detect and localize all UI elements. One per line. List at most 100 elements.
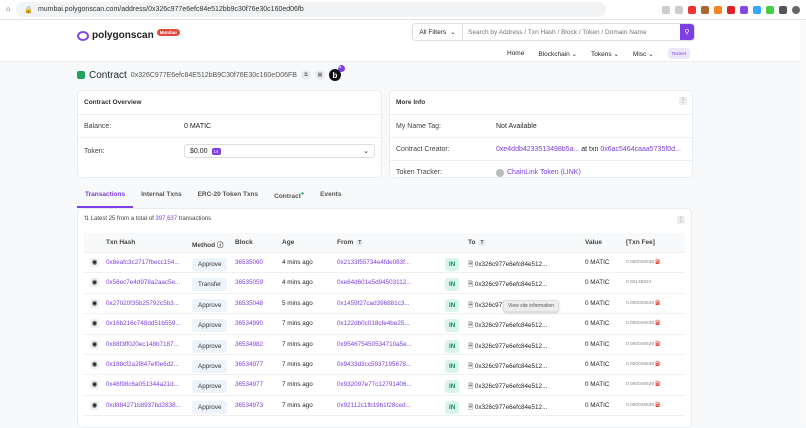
fee-text: 0.00138824: [626, 280, 652, 286]
block-link[interactable]: 36534977: [235, 361, 263, 368]
nav-misc[interactable]: Misc ⌄: [633, 50, 654, 58]
col-txn-fee[interactable]: [Txn Fee]: [626, 239, 655, 246]
from-link[interactable]: 0x92112c1fb19b1f28ced...: [337, 402, 411, 409]
to-address[interactable]: 0x326c977e6efc84e512...: [475, 322, 547, 329]
to-address[interactable]: 0x326c977e6efc84e512...: [475, 363, 547, 370]
tab-events[interactable]: Events: [312, 189, 349, 208]
to-cell: 🗎 0x326c977e6efc84e512...: [468, 381, 547, 392]
to-address[interactable]: 0x326c977e6efc84e512...: [475, 343, 547, 350]
info-icon[interactable]: ⓘ: [217, 242, 224, 249]
to-cell: 🗎 0x326c977e6efc84e512...: [468, 279, 547, 290]
block-link[interactable]: 36534990: [235, 320, 263, 327]
scrollbar[interactable]: [800, 20, 806, 422]
method-badge: Approve: [192, 360, 228, 373]
extension-icon[interactable]: [740, 5, 748, 14]
txn-hash-link[interactable]: 0x88f3ff020ec148b7187...: [106, 341, 179, 348]
lock-icon[interactable]: 🔒: [24, 6, 33, 14]
token-dropdown[interactable]: $0.00 14 ⌄: [184, 144, 375, 158]
from-link[interactable]: 0x2133f55734e4fde083f...: [337, 259, 410, 266]
from-link[interactable]: 0x9433d3cc5937195678...: [337, 361, 411, 368]
extension-icon[interactable]: [688, 5, 696, 14]
extension-icon[interactable]: [727, 5, 735, 14]
block-link[interactable]: 36534973: [235, 402, 263, 409]
to-address[interactable]: 0x326c977e6efc84e512...: [475, 261, 547, 268]
tab-transactions[interactable]: Transactions: [77, 189, 134, 209]
to-address[interactable]: 0x326c977e6efc84e512...: [475, 281, 547, 288]
more-options-icon[interactable]: ⋮: [679, 97, 687, 105]
star-icon[interactable]: [675, 5, 683, 14]
from-link[interactable]: 0xe84d601e5d94503112...: [337, 279, 411, 286]
sort-icon: ⇅: [84, 216, 90, 222]
blockscan-button[interactable]: b 16: [328, 65, 345, 81]
copy-icon[interactable]: ⧉: [300, 70, 311, 80]
txn-hash-link[interactable]: 0x27020f35b25792c5b3...: [106, 300, 179, 307]
block-link[interactable]: 36535060: [235, 259, 263, 266]
from-link[interactable]: 0x954675450534710a5e...: [337, 341, 412, 348]
creator-txn-link[interactable]: 0x6ac5464caaa5735f0d...: [600, 146, 681, 153]
filter-dropdown[interactable]: All Filters ⌄: [413, 24, 463, 40]
eye-icon[interactable]: ◉: [90, 278, 99, 288]
qr-code-icon[interactable]: ▦: [314, 70, 325, 80]
nav-tokens[interactable]: Tokens ⌄: [591, 50, 619, 58]
token-tracker-link[interactable]: ChainLink Token (LINK): [507, 169, 581, 176]
txn-hash-link[interactable]: 0x56ec7e4d978a2aac5e...: [106, 279, 180, 286]
from-link[interactable]: 0x1459f27cad396881c3...: [337, 300, 409, 307]
fee-text: 0.000046539: [626, 260, 655, 265]
more-options-icon[interactable]: ⋮: [677, 216, 685, 224]
txn-hash-link[interactable]: 0x16b216c748dd51b559...: [106, 320, 181, 327]
search-button[interactable]: ⚲: [680, 24, 694, 40]
eye-icon[interactable]: ◉: [90, 380, 99, 390]
tab-contract[interactable]: Contract●: [266, 189, 312, 208]
age-text: 7 mins ago: [282, 401, 313, 409]
from-link[interactable]: 0x122db0c018cfe4be25...: [337, 320, 409, 327]
txn-hash-link[interactable]: 0x188cf2a2f847ef0e6d2...: [106, 361, 179, 368]
total-count-link[interactable]: 397,637: [155, 216, 177, 222]
token-value: $0.00: [190, 147, 208, 155]
txn-hash-link[interactable]: 0xd884271b8937bd2838...: [106, 402, 181, 409]
share-icon[interactable]: [662, 5, 670, 14]
logo[interactable]: polygonscan Mumbai: [77, 29, 180, 41]
block-link[interactable]: 36534977: [235, 381, 263, 388]
url-text: mumbai.polygonscan.com/address/0x326c977…: [37, 6, 304, 13]
eye-icon[interactable]: ◉: [90, 298, 99, 308]
puzzle-icon[interactable]: [779, 5, 787, 14]
from-link[interactable]: 0x932097e77c12791406...: [337, 381, 412, 388]
nav-blockchain[interactable]: Blockchain ⌄: [538, 50, 577, 58]
table-row: ◉ 0x8eafc3c2717fbecc154... Approve 36535…: [84, 253, 685, 274]
filter-icon[interactable]: T: [478, 240, 486, 246]
to-address[interactable]: 0x326c977e6efc84e512...: [475, 404, 547, 411]
page-title: Contract 0x326C977E6efc84E512bB9C30f76E3…: [77, 65, 345, 81]
nav-home[interactable]: Home: [507, 50, 524, 57]
contract-file-icon: 🗎: [468, 322, 474, 330]
extension-icon[interactable]: [753, 5, 761, 14]
eye-icon[interactable]: ◉: [90, 258, 99, 267]
to-address[interactable]: 0x326c977e6efc84e512...: [475, 383, 547, 390]
eye-icon[interactable]: ◉: [90, 319, 99, 329]
col-from: From T: [337, 239, 364, 246]
extension-icon[interactable]: [701, 5, 709, 14]
txn-hash-link[interactable]: 0x46f98c6a051344a21d...: [106, 381, 179, 388]
block-link[interactable]: 36534982: [235, 341, 263, 348]
method-badge: Approve: [192, 339, 228, 353]
block-link[interactable]: 36535048: [235, 300, 263, 307]
search-bar: All Filters⌄ ⚲: [412, 23, 695, 41]
address-bar[interactable]: 🔒 mumbai.polygonscan.com/address/0x326c97…: [16, 2, 607, 17]
tab-erc20-token-txns[interactable]: ERC-20 Token Txns: [190, 189, 267, 208]
eye-icon[interactable]: ◉: [90, 339, 99, 349]
extension-icon[interactable]: [766, 5, 774, 14]
metamask-icon[interactable]: [714, 5, 722, 14]
creator-link[interactable]: 0xe4ddb4233513498b5a...: [496, 146, 579, 153]
txn-hash-link[interactable]: 0x8eafc3c2717fbecc154...: [106, 259, 180, 266]
col-age[interactable]: Age: [282, 239, 294, 246]
home-icon[interactable]: ⌂: [6, 6, 10, 13]
tab-internal-txns[interactable]: Internal Txns: [133, 189, 189, 208]
eye-icon[interactable]: ◉: [90, 360, 99, 369]
profile-avatar[interactable]: [792, 5, 800, 14]
filter-icon[interactable]: T: [356, 240, 364, 246]
token-tracker-row: Token Tracker: ChainLink Token (LINK): [390, 161, 692, 184]
testnet-button[interactable]: Testnet: [667, 48, 691, 59]
eye-icon[interactable]: ◉: [90, 400, 99, 410]
contract-file-icon: 🗎: [468, 342, 474, 350]
search-input[interactable]: [463, 24, 680, 40]
block-link[interactable]: 36535059: [235, 279, 263, 286]
